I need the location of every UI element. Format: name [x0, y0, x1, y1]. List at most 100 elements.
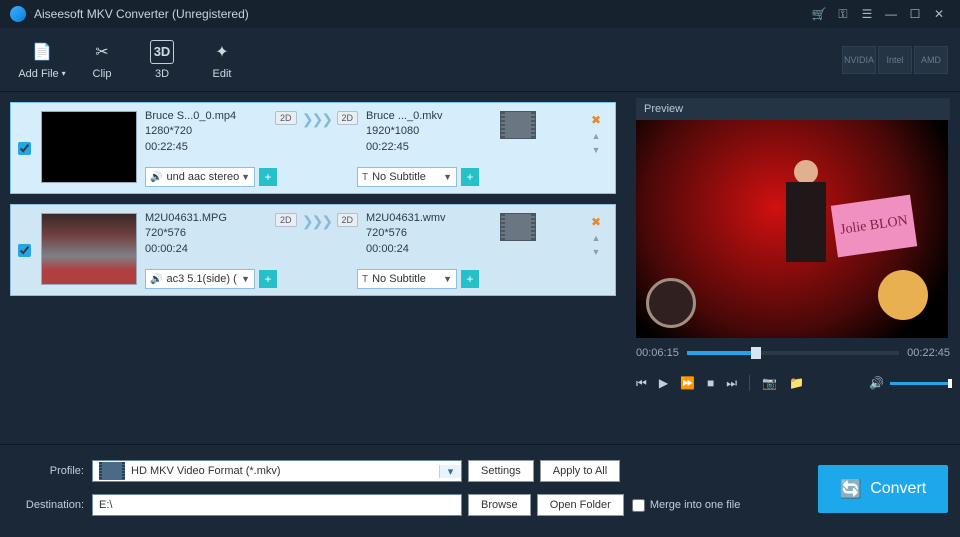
merge-checkbox[interactable]: Merge into one file: [632, 499, 741, 512]
file-checkbox[interactable]: [18, 244, 31, 257]
chevron-down-icon: ▾: [62, 69, 66, 78]
convert-label: Convert: [870, 480, 926, 498]
preview-video[interactable]: Jolie BLON: [636, 120, 948, 338]
wand-icon: ✦: [215, 40, 228, 64]
key-icon[interactable]: ⚿: [832, 3, 854, 25]
stop-icon[interactable]: ■: [707, 376, 714, 390]
destination-input[interactable]: E:\: [92, 494, 462, 516]
scissors-icon: ✂: [95, 40, 108, 64]
volume-icon[interactable]: 🔊: [869, 376, 884, 390]
merge-checkbox-input[interactable]: [632, 499, 645, 512]
arrow-icon: ❯❯❯: [297, 211, 337, 230]
dest-dimension-badge: 2D: [337, 213, 359, 227]
close-icon[interactable]: ✕: [928, 3, 950, 25]
source-duration: 00:00:24: [145, 242, 275, 257]
destination-label: Destination:: [12, 499, 92, 511]
play-icon[interactable]: ▶: [659, 376, 668, 390]
file-card[interactable]: M2U04631.MPG 720*576 00:00:24 2D ❯❯❯ 2D …: [10, 204, 616, 296]
current-time: 00:06:15: [636, 347, 679, 359]
settings-button[interactable]: Settings: [468, 460, 534, 482]
move-up-icon[interactable]: ▲: [592, 131, 601, 141]
snapshot-icon[interactable]: 📷: [762, 376, 777, 390]
subtitle-icon: T: [362, 274, 368, 285]
destination-value: E:\: [99, 499, 112, 511]
window-title: Aiseesoft MKV Converter (Unregistered): [34, 7, 806, 21]
browse-button[interactable]: Browse: [468, 494, 531, 516]
format-icon[interactable]: [500, 111, 536, 139]
arrow-icon: ❯❯❯: [297, 109, 337, 128]
app-logo-icon: [10, 6, 26, 22]
dest-meta: Bruce ..._0.mkv 1920*1080 00:22:45: [366, 109, 496, 155]
audio-value: und aac stereo: [166, 171, 241, 183]
dest-meta: M2U04631.wmv 720*576 00:00:24: [366, 211, 496, 257]
add-file-label: Add File: [18, 68, 58, 80]
dest-duration: 00:22:45: [366, 140, 496, 155]
audio-track-dropdown[interactable]: 🔊 und aac stereo ▼: [145, 167, 255, 187]
move-up-icon[interactable]: ▲: [592, 233, 601, 243]
seek-slider[interactable]: [687, 351, 899, 355]
chevron-down-icon: ▼: [443, 274, 452, 284]
add-audio-button[interactable]: +: [259, 270, 277, 288]
3d-icon: 3D: [150, 40, 175, 64]
move-down-icon[interactable]: ▼: [592, 145, 601, 155]
chevron-down-icon: ▾: [439, 465, 461, 478]
gpu-intel: Intel: [878, 46, 912, 74]
gpu-nvidia: NVIDIA: [842, 46, 876, 74]
fast-forward-icon[interactable]: ⏩: [680, 376, 695, 390]
file-thumbnail: [41, 111, 137, 183]
dest-duration: 00:00:24: [366, 242, 496, 257]
preview-controls: ⏮ ▶ ⏩ ■ ⏭ 📷 📁 🔊: [636, 368, 950, 398]
maximize-icon[interactable]: ☐: [904, 3, 926, 25]
file-thumbnail: [41, 213, 137, 285]
add-subtitle-button[interactable]: +: [461, 168, 479, 186]
next-icon[interactable]: ⏭: [726, 376, 737, 391]
bottom-panel: Profile: HD MKV Video Format (*.mkv) ▾ S…: [0, 444, 960, 537]
apply-to-all-button[interactable]: Apply to All: [540, 460, 620, 482]
format-icon[interactable]: [500, 213, 536, 241]
file-card[interactable]: Bruce S...0_0.mp4 1280*720 00:22:45 2D ❯…: [10, 102, 616, 194]
dest-filename: Bruce ..._0.mkv: [366, 109, 496, 124]
convert-button[interactable]: 🔄 Convert: [818, 465, 948, 513]
add-file-button[interactable]: 📄 Add File ▾: [12, 40, 72, 80]
clip-label: Clip: [93, 68, 112, 80]
file-list: Bruce S...0_0.mp4 1280*720 00:22:45 2D ❯…: [0, 92, 626, 444]
menu-icon[interactable]: ☰: [856, 3, 878, 25]
gpu-amd: AMD: [914, 46, 948, 74]
preview-header: Preview: [636, 98, 950, 120]
folder-icon[interactable]: 📁: [789, 376, 804, 390]
clip-button[interactable]: ✂ Clip: [72, 40, 132, 80]
remove-file-icon[interactable]: ✖: [591, 215, 601, 229]
remove-file-icon[interactable]: ✖: [591, 113, 601, 127]
chevron-down-icon: ▼: [443, 172, 452, 182]
dest-dimension-badge: 2D: [337, 111, 359, 125]
source-resolution: 1280*720: [145, 124, 275, 139]
edit-button[interactable]: ✦ Edit: [192, 40, 252, 80]
profile-value: HD MKV Video Format (*.mkv): [131, 465, 439, 477]
gpu-chips: NVIDIA Intel AMD: [842, 46, 948, 74]
dest-resolution: 720*576: [366, 226, 496, 241]
audio-track-dropdown[interactable]: 🔊 ac3 5.1(side) ( ▼: [145, 269, 255, 289]
subtitle-dropdown[interactable]: T No Subtitle ▼: [357, 269, 457, 289]
add-subtitle-button[interactable]: +: [461, 270, 479, 288]
chevron-down-icon: ▼: [241, 274, 250, 284]
open-folder-button[interactable]: Open Folder: [537, 494, 624, 516]
add-file-icon: 📄: [32, 40, 52, 64]
main-area: Bruce S...0_0.mp4 1280*720 00:22:45 2D ❯…: [0, 92, 960, 444]
preview-timeline: 00:06:15 00:22:45: [636, 338, 950, 368]
film-icon: [99, 462, 125, 480]
chevron-down-icon: ▼: [241, 172, 250, 182]
3d-button[interactable]: 3D 3D: [132, 40, 192, 80]
minimize-icon[interactable]: —: [880, 3, 902, 25]
file-checkbox[interactable]: [18, 142, 31, 155]
move-down-icon[interactable]: ▼: [592, 247, 601, 257]
source-meta: M2U04631.MPG 720*576 00:00:24: [145, 211, 275, 257]
profile-dropdown[interactable]: HD MKV Video Format (*.mkv) ▾: [92, 460, 462, 482]
toolbar: 📄 Add File ▾ ✂ Clip 3D 3D ✦ Edit NVIDIA I…: [0, 28, 960, 92]
add-audio-button[interactable]: +: [259, 168, 277, 186]
volume-slider[interactable]: [890, 382, 950, 385]
subtitle-dropdown[interactable]: T No Subtitle ▼: [357, 167, 457, 187]
edit-label: Edit: [213, 68, 232, 80]
cart-icon[interactable]: 🛒: [808, 3, 830, 25]
subtitle-icon: T: [362, 172, 368, 183]
prev-icon[interactable]: ⏮: [636, 376, 647, 391]
